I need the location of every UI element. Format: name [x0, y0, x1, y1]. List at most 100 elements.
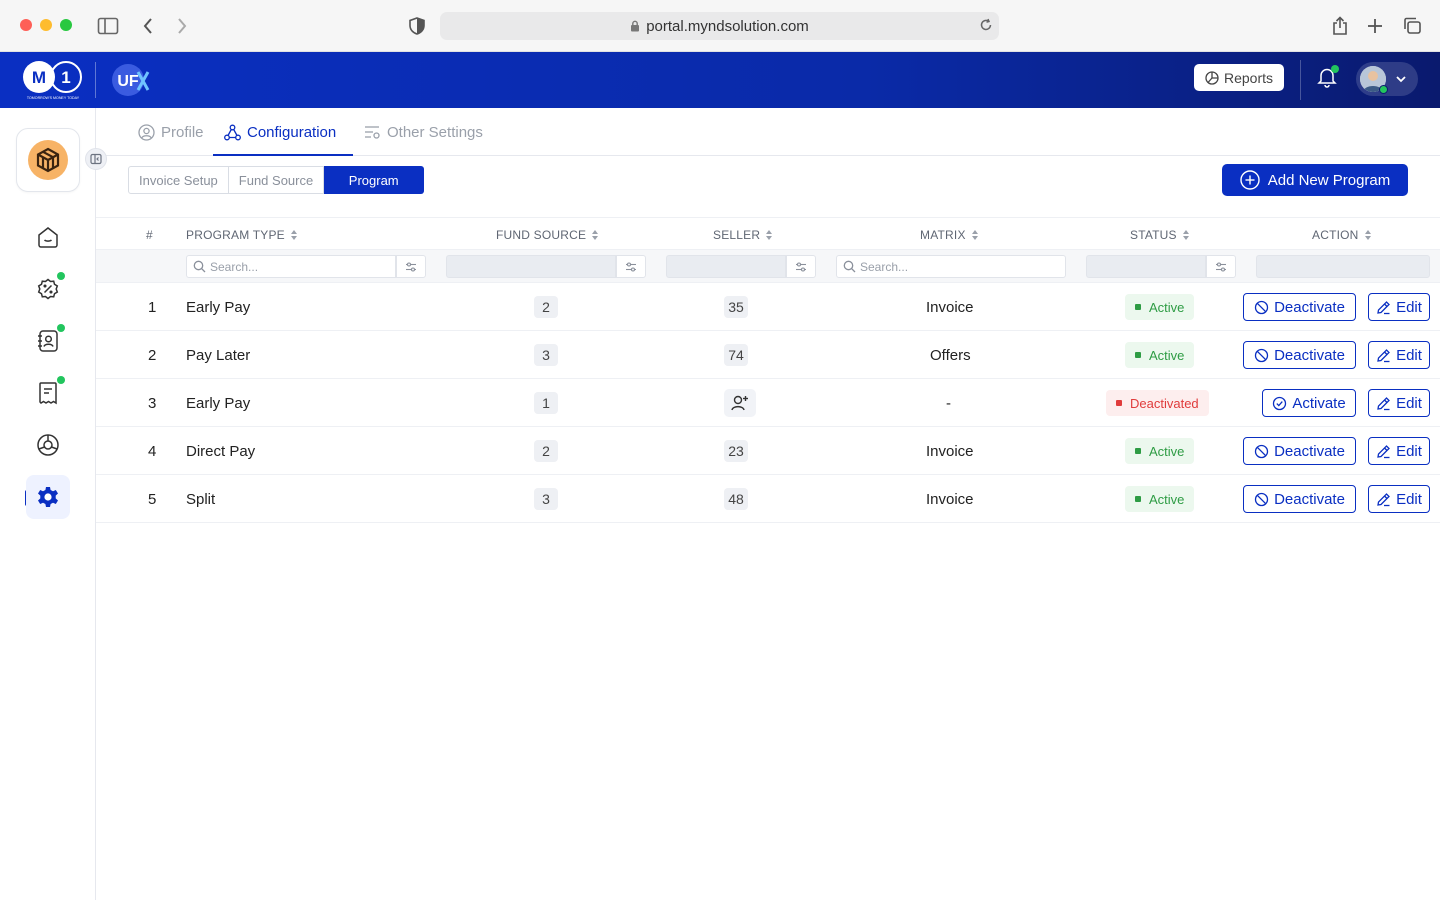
fund-source-count[interactable]: 1: [534, 392, 558, 414]
fund-source-count[interactable]: 2: [534, 440, 558, 462]
edit-button[interactable]: Edit: [1368, 341, 1430, 369]
status-badge: Active: [1125, 342, 1195, 368]
minimize-window-button[interactable]: [40, 19, 52, 31]
filter-options-button[interactable]: [396, 255, 426, 278]
add-seller-button[interactable]: [724, 389, 756, 417]
sidebar-item-receipts[interactable]: [26, 371, 70, 415]
edit-button[interactable]: Edit: [1368, 437, 1430, 465]
filter-options-button[interactable]: [616, 255, 646, 278]
deactivate-button[interactable]: Deactivate: [1243, 485, 1356, 513]
sidebar-collapse-button[interactable]: [85, 148, 107, 170]
tab-profile[interactable]: Profile: [138, 108, 204, 156]
table-row: 5 Split 3 48 Invoice Active Deactivate E…: [96, 475, 1440, 523]
subtab-invoice-setup[interactable]: Invoice Setup: [128, 166, 229, 194]
sidebar-item-settings[interactable]: [26, 475, 70, 519]
address-bar[interactable]: portal.myndsolution.com: [440, 12, 999, 40]
status-badge: Active: [1125, 438, 1195, 464]
activate-button[interactable]: Activate: [1262, 389, 1356, 417]
matrix-cell: Invoice: [926, 490, 974, 508]
column-header-program-type[interactable]: PROGRAM TYPE: [186, 218, 298, 251]
tab-label: Configuration: [247, 123, 337, 141]
back-icon[interactable]: [136, 14, 160, 38]
subtab-program[interactable]: Program: [324, 166, 425, 194]
filter-options-button[interactable]: [1206, 255, 1236, 278]
organization-logo[interactable]: [16, 128, 80, 192]
sidebar-item-home[interactable]: [26, 215, 70, 259]
deactivate-button[interactable]: Deactivate: [1243, 437, 1356, 465]
tab-label: Other Settings: [387, 123, 483, 141]
seller-count[interactable]: 74: [724, 344, 748, 366]
add-new-program-button[interactable]: Add New Program: [1222, 164, 1408, 196]
reload-icon[interactable]: [979, 18, 993, 32]
seller-count[interactable]: 23: [724, 440, 748, 462]
edit-button[interactable]: Edit: [1368, 485, 1430, 513]
ban-icon: [1254, 300, 1269, 314]
add-button-label: Add New Program: [1267, 171, 1391, 189]
matrix-cell: Invoice: [926, 442, 974, 460]
table-row: 1 Early Pay 2 35 Invoice Active Deactiva…: [96, 283, 1440, 331]
sliders-icon: [1216, 261, 1226, 272]
forward-icon[interactable]: [170, 14, 194, 38]
seller-filter-select[interactable]: [666, 255, 786, 278]
sidebar-item-contacts[interactable]: [26, 319, 70, 363]
action-filter-select[interactable]: [1256, 255, 1430, 278]
svg-text:UF: UF: [117, 73, 139, 90]
seller-count[interactable]: 48: [724, 488, 748, 510]
sidebar-toggle-icon[interactable]: [96, 14, 120, 38]
main-tabs: Profile Configuration Other Settings: [96, 108, 1440, 156]
fund-source-count[interactable]: 2: [534, 296, 558, 318]
program-type-cell: Early Pay: [186, 394, 251, 412]
fund-source-filter-select[interactable]: [446, 255, 616, 278]
user-menu[interactable]: [1356, 62, 1418, 96]
share-icon[interactable]: [1328, 14, 1352, 38]
plus-circle-icon: [1240, 170, 1260, 190]
url-text: portal.myndsolution.com: [646, 17, 809, 35]
matrix-search-input[interactable]: Search...: [836, 255, 1066, 278]
m1-logo[interactable]: M 1 TOMORROW'S MONEY TODAY: [22, 60, 84, 100]
column-header-seller[interactable]: SELLER: [713, 218, 773, 251]
reports-button[interactable]: Reports: [1194, 64, 1284, 91]
deactivate-button[interactable]: Deactivate: [1243, 293, 1356, 321]
column-header-action[interactable]: ACTION: [1312, 218, 1372, 251]
status-badge: Active: [1125, 294, 1195, 320]
tab-other-settings[interactable]: Other Settings: [364, 108, 483, 156]
column-header-status[interactable]: STATUS: [1130, 218, 1190, 251]
deactivate-button[interactable]: Deactivate: [1243, 341, 1356, 369]
pencil-icon: [1377, 300, 1390, 314]
column-header-matrix[interactable]: MATRIX: [920, 218, 979, 251]
sidebar-item-analytics[interactable]: [26, 423, 70, 467]
sort-icon: [290, 229, 298, 241]
edit-button[interactable]: Edit: [1368, 389, 1430, 417]
new-tab-icon[interactable]: [1363, 14, 1387, 38]
tab-configuration[interactable]: Configuration: [224, 108, 336, 156]
tabs-overview-icon[interactable]: [1400, 14, 1424, 38]
program-table: # PROGRAM TYPE FUND SOURCE SELLER MATRIX…: [96, 217, 1440, 523]
close-window-button[interactable]: [20, 19, 32, 31]
status-badge: Deactivated: [1106, 390, 1209, 416]
ufx-logo[interactable]: UF: [108, 62, 152, 98]
sort-icon: [765, 229, 773, 241]
sidebar-item-discounts[interactable]: [26, 267, 70, 311]
subtab-fund-source[interactable]: Fund Source: [228, 166, 325, 194]
logo-tagline: TOMORROW'S MONEY TODAY: [27, 96, 80, 100]
table-header: # PROGRAM TYPE FUND SOURCE SELLER MATRIX…: [96, 217, 1440, 250]
sort-icon: [1182, 229, 1190, 241]
lock-icon: [630, 20, 640, 32]
program-type-search-input[interactable]: Search...: [186, 255, 396, 278]
row-index: 3: [148, 394, 157, 412]
table-row: 4 Direct Pay 2 23 Invoice Active Deactiv…: [96, 427, 1440, 475]
edit-button[interactable]: Edit: [1368, 293, 1430, 321]
matrix-cell: Invoice: [926, 298, 974, 316]
seller-count[interactable]: 35: [724, 296, 748, 318]
tab-label: Profile: [161, 123, 204, 141]
shield-icon[interactable]: [405, 14, 429, 38]
status-filter-select[interactable]: [1086, 255, 1206, 278]
zoom-window-button[interactable]: [60, 19, 72, 31]
column-header-fund-source[interactable]: FUND SOURCE: [496, 218, 599, 251]
fund-source-count[interactable]: 3: [534, 344, 558, 366]
fund-source-count[interactable]: 3: [534, 488, 558, 510]
notification-dot: [1331, 65, 1339, 73]
sub-tabs: Invoice Setup Fund Source Program: [128, 166, 425, 194]
pencil-icon: [1377, 396, 1390, 410]
filter-options-button[interactable]: [786, 255, 816, 278]
